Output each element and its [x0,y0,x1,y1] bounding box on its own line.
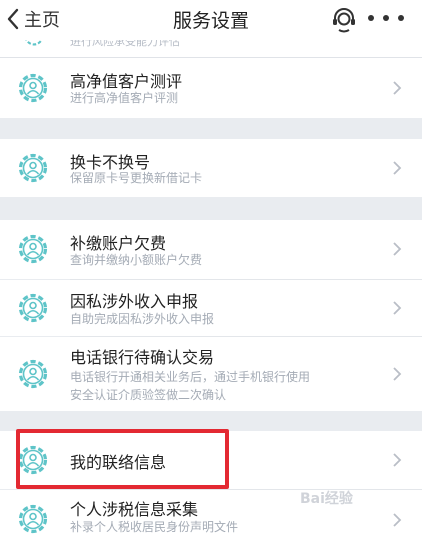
gear-user-icon [18,445,48,475]
list-item-card-replacement[interactable]: 换卡不换号 保留原卡号更换新借记卡 [0,139,422,197]
chevron-right-icon [393,513,402,527]
gear-user-icon [18,234,48,264]
top-nav-bar: 主页 服务设置 [0,0,422,40]
chevron-right-icon [393,453,402,467]
gear-user-icon [25,40,43,46]
chevron-right-icon [393,161,402,175]
item-subtitle: 补录个人税收居民身份声明文件 [70,520,239,534]
list-item-phone-banking-pending[interactable]: 电话银行待确认交易 电话银行开通相关业务后，通过手机银行使用 安全认证介质验签做… [0,337,422,411]
list-item-foreign-income-declaration[interactable]: 因私涉外收入申报 自助完成因私涉外收入申报 [0,280,422,336]
partial-row-subtitle: 进行风险承受能力评估 [70,40,180,48]
list-item-tax-info-collection[interactable]: 个人涉税信息采集 补录个人税收居民身份声明文件 [0,490,422,541]
item-subtitle: 自助完成因私涉外收入申报 [70,312,215,326]
chevron-right-icon [393,301,402,315]
item-subtitle: 进行高净值客户评测 [70,91,179,105]
list-item-partial[interactable]: 进行风险承受能力评估 [0,40,422,58]
customer-service-icon[interactable] [330,6,358,34]
item-title: 我的联络信息 [70,453,167,472]
list-item-high-net-worth-assessment[interactable]: 高净值客户测评 进行高净值客户评测 [0,58,422,118]
item-subtitle: 保留原卡号更换新借记卡 [70,171,203,185]
gear-user-icon [18,504,48,534]
item-subtitle-line2: 安全认证介质验签做二次确认 [70,388,227,402]
gear-user-icon [18,359,48,389]
gear-user-icon [18,293,48,323]
watermark: Bai经验 [300,491,353,507]
chevron-right-icon [393,242,402,256]
list-item-overdue-fees[interactable]: 补缴账户欠费 查询并缴纳小额账户欠费 [0,220,422,279]
item-title: 电话银行待确认交易 [70,348,215,367]
item-subtitle: 查询并缴纳小额账户欠费 [70,253,203,267]
item-subtitle-line1: 电话银行开通相关业务后，通过手机银行使用 [70,370,311,384]
gear-user-icon [18,73,48,103]
chevron-right-icon [393,81,402,95]
chevron-right-icon [393,367,402,381]
page-title: 服务设置 [172,10,249,32]
list-item-my-contact-info[interactable]: 我的联络信息 [0,431,422,489]
more-icon[interactable] [368,8,404,28]
gear-user-icon [18,153,48,183]
